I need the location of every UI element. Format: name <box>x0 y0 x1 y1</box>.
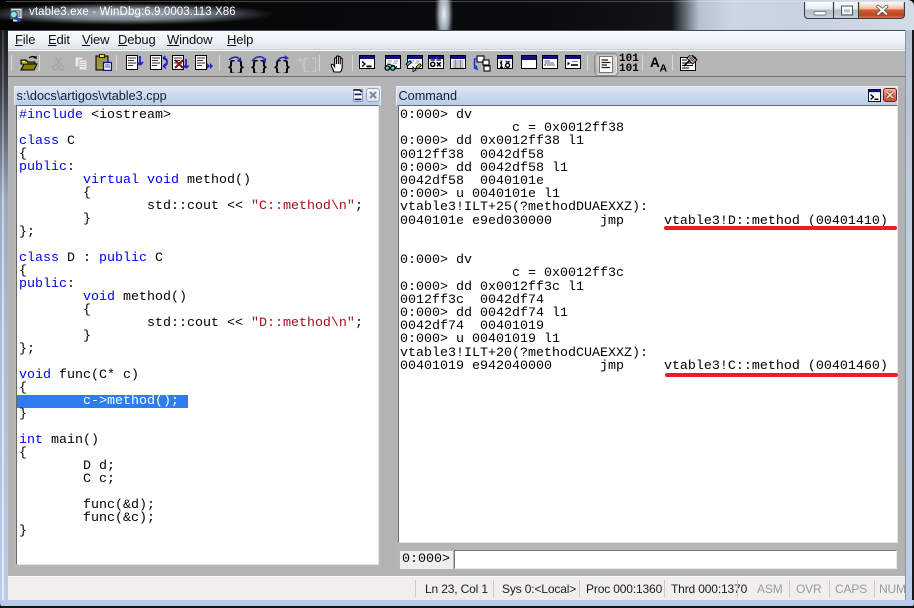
svg-text:{}: {} <box>273 59 291 73</box>
svg-text:A: A <box>660 63 668 73</box>
svg-text:{}: {} <box>300 56 316 72</box>
svg-text:A: A <box>650 56 660 70</box>
svg-text:{}: {} <box>227 59 245 73</box>
